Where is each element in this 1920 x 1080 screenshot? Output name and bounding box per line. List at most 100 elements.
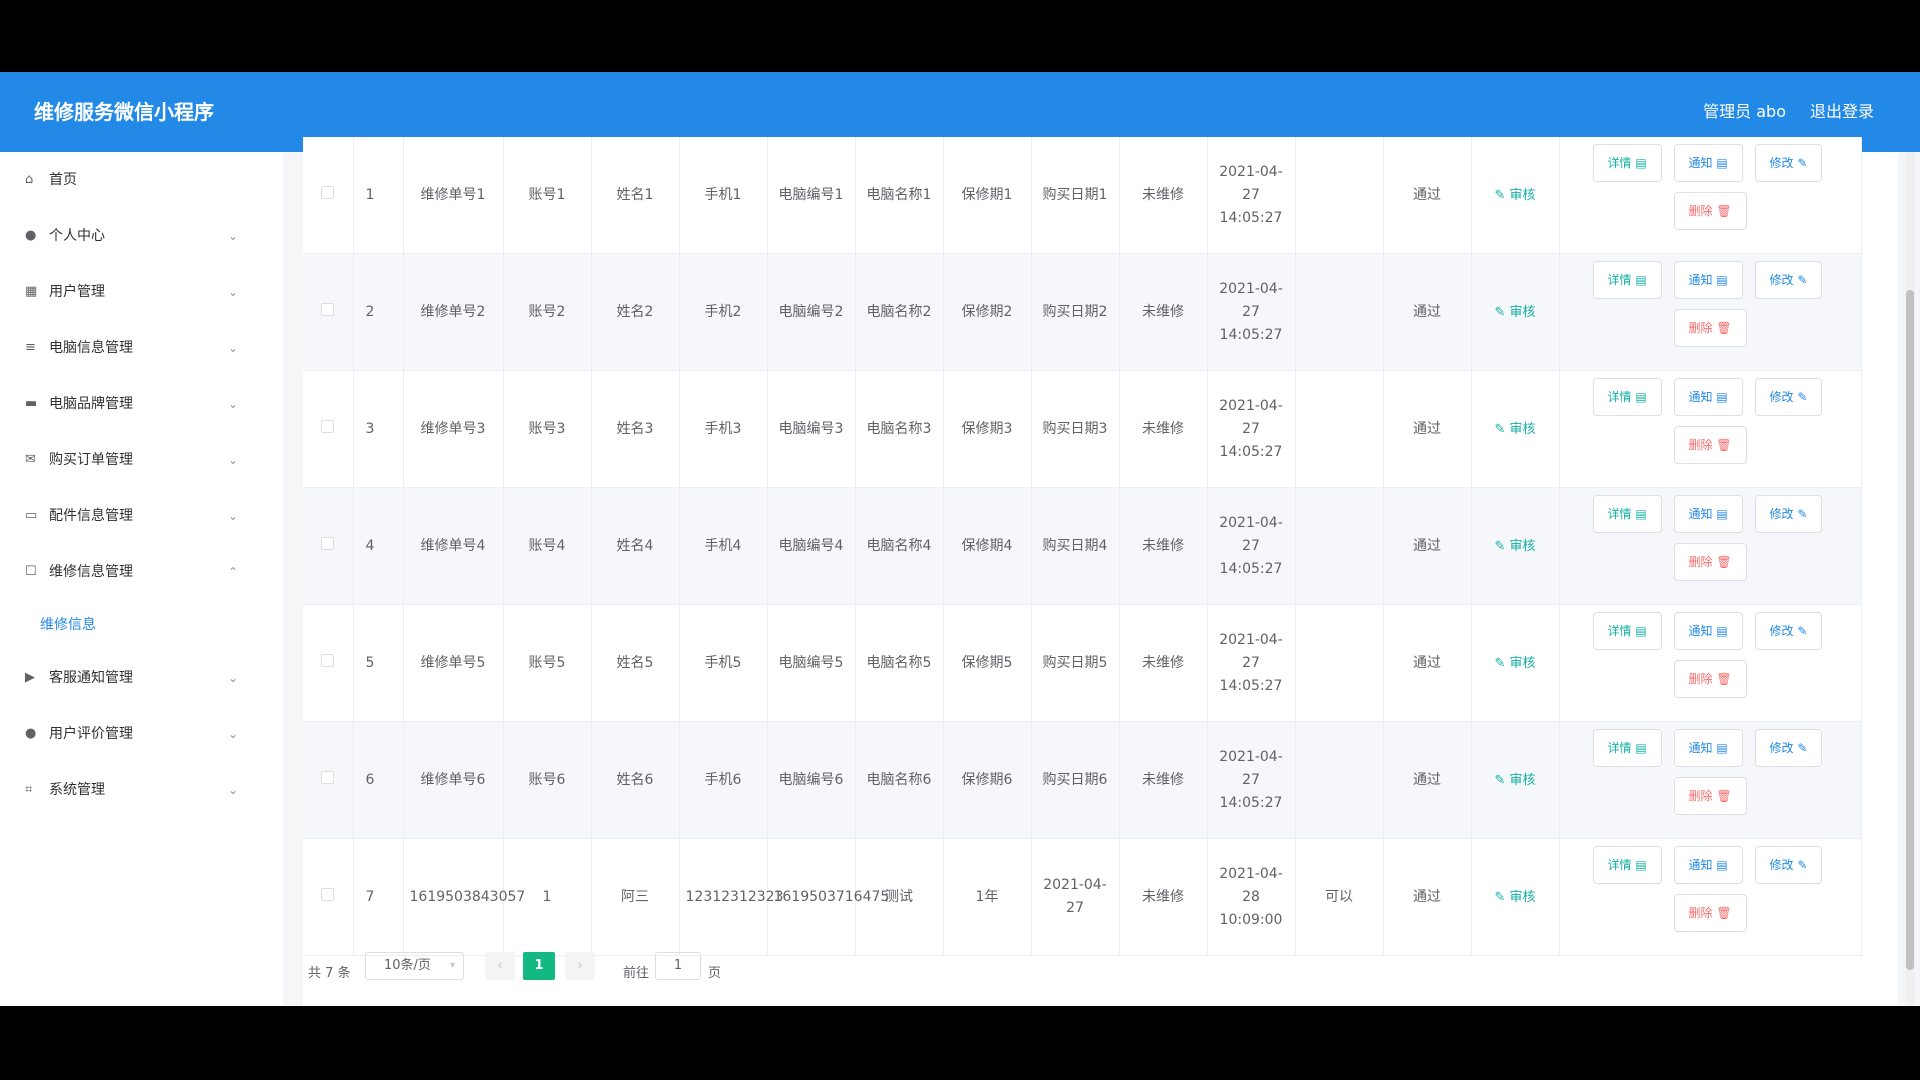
audit-button[interactable]: ✎ 审核	[1494, 773, 1535, 788]
page-size-select[interactable]: 10条/页 ▾	[365, 952, 464, 980]
audit-button[interactable]: ✎ 审核	[1494, 656, 1535, 671]
cell-buydate: 购买日期5	[1031, 604, 1120, 722]
actions-cell: 详情 ▤ 通知 ▤ 修改 ✎ 删除 🗑	[1559, 487, 1862, 605]
audit-button[interactable]: ✎ 审核	[1494, 890, 1535, 905]
detail-button[interactable]: 详情 ▤	[1592, 729, 1662, 767]
cell-pcno: 电脑编号1	[767, 137, 856, 254]
sidebar-item-label: 首页	[49, 172, 77, 188]
sidebar-item[interactable]: ▶ 客服通知管理 ⌄	[0, 650, 283, 706]
edit-button[interactable]: 修改 ✎	[1754, 846, 1823, 884]
audit-label: 审核	[1509, 889, 1536, 905]
notify-button[interactable]: 通知 ▤	[1673, 729, 1743, 767]
cell-pcno: 1619503716475	[767, 838, 889, 956]
cell-review: 通过	[1383, 721, 1472, 839]
audit-button[interactable]: ✎ 审核	[1494, 305, 1535, 320]
notify-button[interactable]: 通知 ▤	[1673, 846, 1743, 884]
document-icon: ▤	[1716, 741, 1728, 755]
row-checkbox[interactable]	[321, 653, 335, 667]
row-checkbox[interactable]	[321, 536, 335, 550]
edit-button[interactable]: 修改 ✎	[1754, 144, 1823, 182]
cell-acc: 账号6	[503, 721, 592, 839]
edit-button[interactable]: 修改 ✎	[1754, 495, 1823, 533]
prev-page-button[interactable]: ‹	[485, 952, 515, 980]
cell-status: 未维修	[1119, 721, 1208, 839]
edit-button[interactable]: 修改 ✎	[1754, 729, 1823, 767]
detail-button[interactable]: 详情 ▤	[1592, 261, 1662, 299]
delete-button[interactable]: 删除 🗑	[1673, 777, 1747, 815]
cell-warranty: 保修期1	[943, 137, 1032, 254]
notify-button[interactable]: 通知 ▤	[1673, 495, 1743, 533]
sidebar-item[interactable]: ☐ 维修信息管理 ⌃	[0, 544, 283, 600]
sidebar-item[interactable]: ⌗ 系统管理 ⌄	[0, 762, 283, 818]
row-checkbox[interactable]	[321, 302, 335, 316]
sidebar-item[interactable]: ▭ 配件信息管理 ⌄	[0, 488, 283, 544]
notify-button[interactable]: 通知 ▤	[1673, 378, 1743, 416]
detail-button[interactable]: 详情 ▤	[1592, 846, 1662, 884]
sidebar-item[interactable]: ▦ 用户管理 ⌄	[0, 264, 283, 320]
detail-button[interactable]: 详情 ▤	[1592, 612, 1662, 650]
edit-button[interactable]: 修改 ✎	[1754, 612, 1823, 650]
sidebar-item[interactable]: ✉ 购买订单管理 ⌄	[0, 432, 283, 488]
notify-button[interactable]: 通知 ▤	[1673, 261, 1743, 299]
notify-button[interactable]: 通知 ▤	[1673, 612, 1743, 650]
sidebar-item[interactable]: ● 用户评价管理 ⌄	[0, 706, 283, 762]
document-icon: ▤	[1716, 858, 1728, 872]
delete-label: 删除	[1688, 672, 1713, 686]
cell-review: 通过	[1383, 838, 1472, 956]
row-index: 5	[353, 604, 404, 722]
notify-label: 通知	[1688, 507, 1713, 521]
cell-pcno: 电脑编号2	[767, 253, 856, 371]
next-page-button[interactable]: ›	[565, 952, 595, 980]
scrollbar-thumb[interactable]	[1906, 290, 1914, 970]
delete-button[interactable]: 删除 🗑	[1673, 192, 1747, 230]
sidebar-item[interactable]: ▬ 电脑品牌管理 ⌄	[0, 376, 283, 432]
delete-button[interactable]: 删除 🗑	[1673, 309, 1747, 347]
sidebar-item[interactable]: ≡ 电脑信息管理 ⌄	[0, 320, 283, 376]
delete-button[interactable]: 删除 🗑	[1673, 894, 1747, 932]
detail-button[interactable]: 详情 ▤	[1592, 144, 1662, 182]
audit-button[interactable]: ✎ 审核	[1494, 539, 1535, 554]
row-checkbox[interactable]	[321, 887, 335, 901]
goto-page-input[interactable]: 1	[655, 952, 701, 980]
cell-pcname: 电脑名称6	[855, 721, 944, 839]
cell-status: 未维修	[1119, 604, 1208, 722]
document-icon: ▤	[1635, 741, 1647, 755]
row-checkbox[interactable]	[321, 185, 335, 199]
row-checkbox[interactable]	[321, 419, 335, 433]
sidebar-item[interactable]: ⌂ 首页	[0, 152, 283, 208]
sidebar-item[interactable]: ● 个人中心 ⌄	[0, 208, 283, 264]
cell-warranty: 1年	[943, 838, 1032, 956]
cell-name: 姓名6	[591, 721, 680, 839]
delete-label: 删除	[1688, 555, 1713, 569]
cell-no: 维修单号6	[403, 721, 504, 839]
cell-remark	[1295, 487, 1384, 605]
delete-button[interactable]: 删除 🗑	[1673, 426, 1747, 464]
edit-button[interactable]: 修改 ✎	[1754, 378, 1823, 416]
page-number-current[interactable]: 1	[523, 952, 555, 980]
audit-label: 审核	[1509, 187, 1536, 203]
cell-pcno: 电脑编号4	[767, 487, 856, 605]
mail-icon: ✉	[25, 452, 36, 467]
delete-button[interactable]: 删除 🗑	[1673, 660, 1747, 698]
document-icon: ▤	[1635, 156, 1647, 170]
detail-button[interactable]: 详情 ▤	[1592, 378, 1662, 416]
sidebar-subitem-repair-info[interactable]: 维修信息	[0, 600, 283, 650]
cell-no: 1619503843057	[403, 838, 525, 956]
pencil-icon: ✎	[1797, 156, 1808, 170]
audit-cell: ✎ 审核	[1471, 604, 1560, 722]
table-row: 3 维修单号3 账号3 姓名3 手机3 电脑编号3 电脑名称3 保修期3 购买日期3 未维修 202…	[303, 370, 1862, 488]
document-icon: ▤	[1716, 507, 1728, 521]
chevron-down-icon: ⌄	[228, 727, 239, 741]
detail-button[interactable]: 详情 ▤	[1592, 495, 1662, 533]
audit-button[interactable]: ✎ 审核	[1494, 422, 1535, 437]
edit-button[interactable]: 修改 ✎	[1754, 261, 1823, 299]
notify-button[interactable]: 通知 ▤	[1673, 144, 1743, 182]
delete-label: 删除	[1688, 789, 1713, 803]
trash-icon: 🗑	[1716, 438, 1732, 452]
audit-button[interactable]: ✎ 审核	[1494, 188, 1535, 203]
cell-pcname: 电脑名称1	[855, 137, 944, 254]
cell-no: 维修单号2	[403, 253, 504, 371]
chevron-down-icon: ⌄	[228, 229, 239, 243]
row-checkbox[interactable]	[321, 770, 335, 784]
delete-button[interactable]: 删除 🗑	[1673, 543, 1747, 581]
